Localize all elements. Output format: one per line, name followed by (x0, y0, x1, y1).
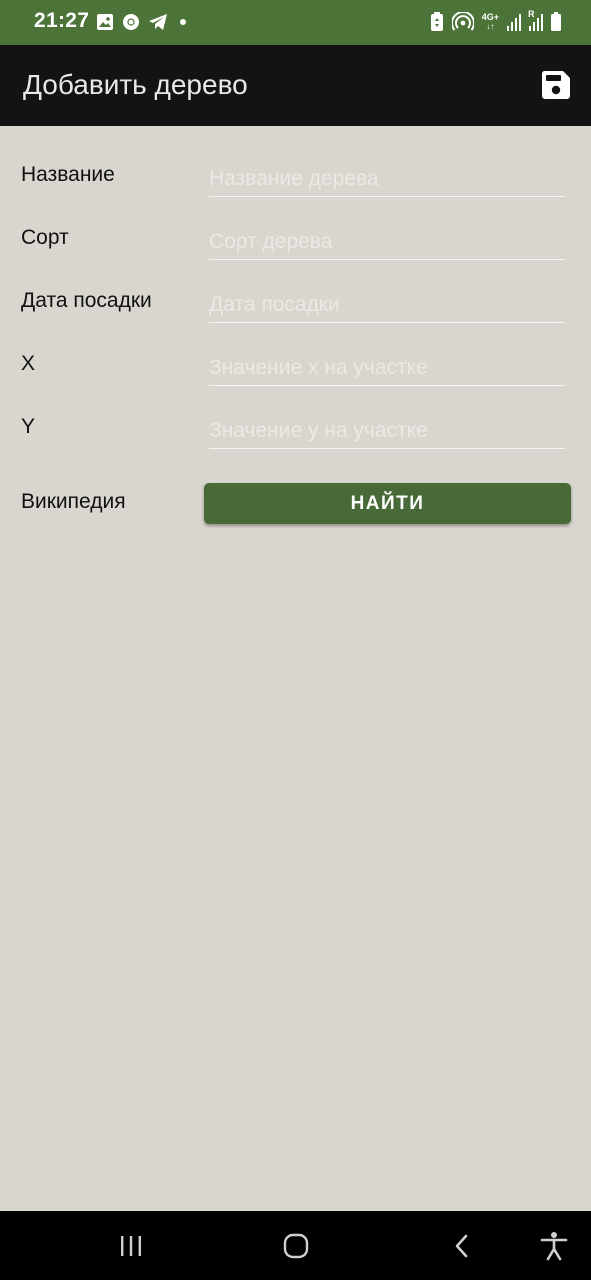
navigation-bar (0, 1211, 591, 1280)
form-row-planting-date: Дата посадки (0, 252, 591, 323)
status-time: 21:27 (34, 9, 90, 32)
variety-label: Сорт (21, 226, 69, 249)
planting-date-label: Дата посадки (21, 289, 152, 312)
status-icons-right: 4G+ ↓↑ R (430, 9, 561, 33)
form-row-x: X (0, 315, 591, 386)
form-row-name: Название (0, 126, 591, 197)
form-row-variety: Сорт (0, 189, 591, 260)
image-icon (96, 13, 114, 31)
find-button[interactable]: НАЙТИ (204, 483, 571, 524)
hotspot-icon (451, 12, 474, 32)
save-button[interactable] (541, 70, 571, 100)
status-icons-left (96, 12, 186, 32)
y-input[interactable] (209, 414, 565, 449)
wikipedia-label: Википедия (21, 490, 126, 513)
page-title: Добавить дерево (23, 69, 248, 100)
save-icon (541, 71, 570, 99)
chrome-icon (122, 13, 140, 31)
signal-roaming-icon: R (528, 9, 543, 31)
network-arrows: ↓↑ (486, 22, 495, 31)
signal-icon (507, 13, 521, 31)
home-icon[interactable] (279, 1231, 313, 1261)
x-label: X (21, 352, 36, 375)
network-4g-icon: 4G+ ↓↑ (481, 12, 499, 32)
battery-icon (551, 12, 561, 32)
name-label: Название (21, 163, 115, 186)
app-bar: Добавить дерево (0, 45, 591, 126)
status-bar: 21:27 4G+ ↓↑ R (0, 0, 591, 45)
back-icon[interactable] (445, 1231, 479, 1261)
recent-apps-icon[interactable] (114, 1231, 148, 1261)
notification-dot-icon (180, 19, 186, 25)
y-label: Y (21, 415, 36, 438)
accessibility-icon[interactable] (537, 1231, 571, 1261)
network-label: 4G+ (481, 12, 499, 22)
form-row-wikipedia: Википедия НАЙТИ (0, 483, 591, 533)
telegram-icon (148, 13, 168, 31)
battery-saver-icon (430, 12, 444, 32)
roaming-label: R (528, 9, 535, 19)
form-row-y: Y (0, 378, 591, 449)
